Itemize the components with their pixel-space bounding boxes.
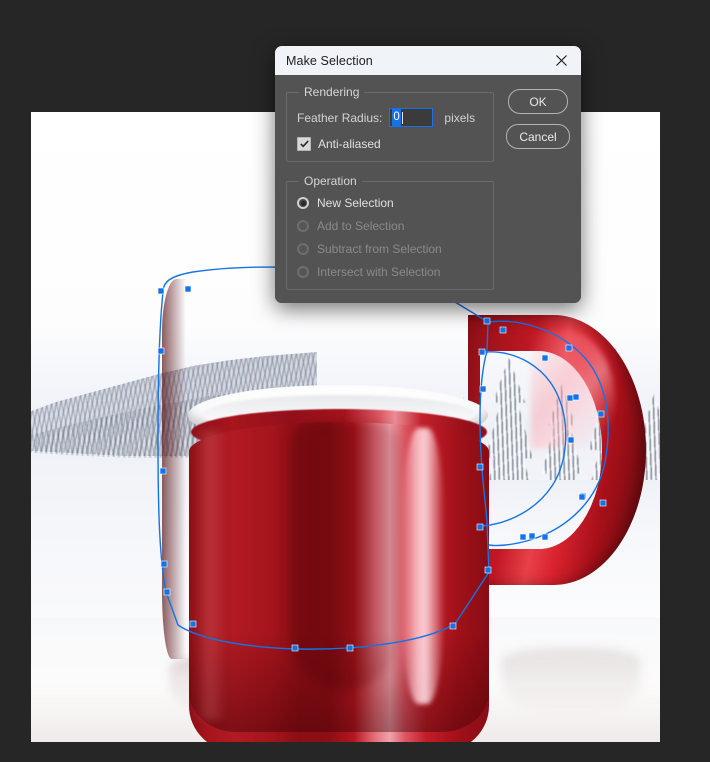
radio-label: Subtract from Selection: [317, 242, 442, 256]
feather-radius-unit: pixels: [444, 110, 476, 125]
make-selection-dialog[interactable]: Make Selection Rendering Feather Radius:…: [275, 46, 581, 303]
radio-new-selection[interactable]: New Selection: [297, 196, 483, 210]
reflective-table-surface: [31, 617, 660, 742]
radio-icon: [297, 266, 309, 278]
close-icon: [555, 55, 567, 66]
operation-legend: Operation: [304, 174, 357, 188]
feather-radius-input[interactable]: 0: [389, 108, 434, 127]
ok-button[interactable]: OK: [508, 89, 568, 114]
dialog-title: Make Selection: [286, 53, 373, 68]
feather-radius-label: Feather Radius:: [297, 110, 383, 125]
radio-label: Add to Selection: [317, 219, 405, 233]
radio-label: Intersect with Selection: [317, 265, 441, 279]
text-caret: [401, 111, 403, 124]
radio-add-to-selection: Add to Selection: [297, 219, 483, 233]
radio-subtract-from-selection: Subtract from Selection: [297, 242, 483, 256]
operation-group: Operation New Selection Add to Selection…: [286, 174, 494, 290]
anti-aliased-checkbox[interactable]: [297, 137, 311, 151]
radio-icon-selected[interactable]: [297, 197, 309, 209]
anti-aliased-label: Anti-aliased: [318, 137, 381, 151]
dialog-options-column: Rendering Feather Radius: 0 pixels Anti-…: [286, 85, 494, 290]
radio-label: New Selection: [317, 196, 394, 210]
feather-radius-value: 0: [392, 109, 401, 126]
close-button[interactable]: [541, 46, 581, 75]
radio-intersect-with-selection: Intersect with Selection: [297, 265, 483, 279]
radio-icon: [297, 243, 309, 255]
snowy-forest-ridge-left: [31, 348, 317, 483]
radio-icon: [297, 220, 309, 232]
feather-radius-row: Feather Radius: 0 pixels: [297, 108, 483, 127]
dialog-body: Rendering Feather Radius: 0 pixels Anti-…: [275, 75, 581, 303]
dialog-buttons-column: OK Cancel: [494, 85, 570, 290]
checkmark-icon: [299, 140, 309, 148]
dialog-titlebar[interactable]: Make Selection: [275, 46, 581, 75]
cancel-button[interactable]: Cancel: [506, 124, 570, 149]
rendering-legend: Rendering: [304, 85, 360, 99]
rendering-group: Rendering Feather Radius: 0 pixels Anti-…: [286, 85, 494, 162]
anti-aliased-row[interactable]: Anti-aliased: [297, 137, 483, 151]
